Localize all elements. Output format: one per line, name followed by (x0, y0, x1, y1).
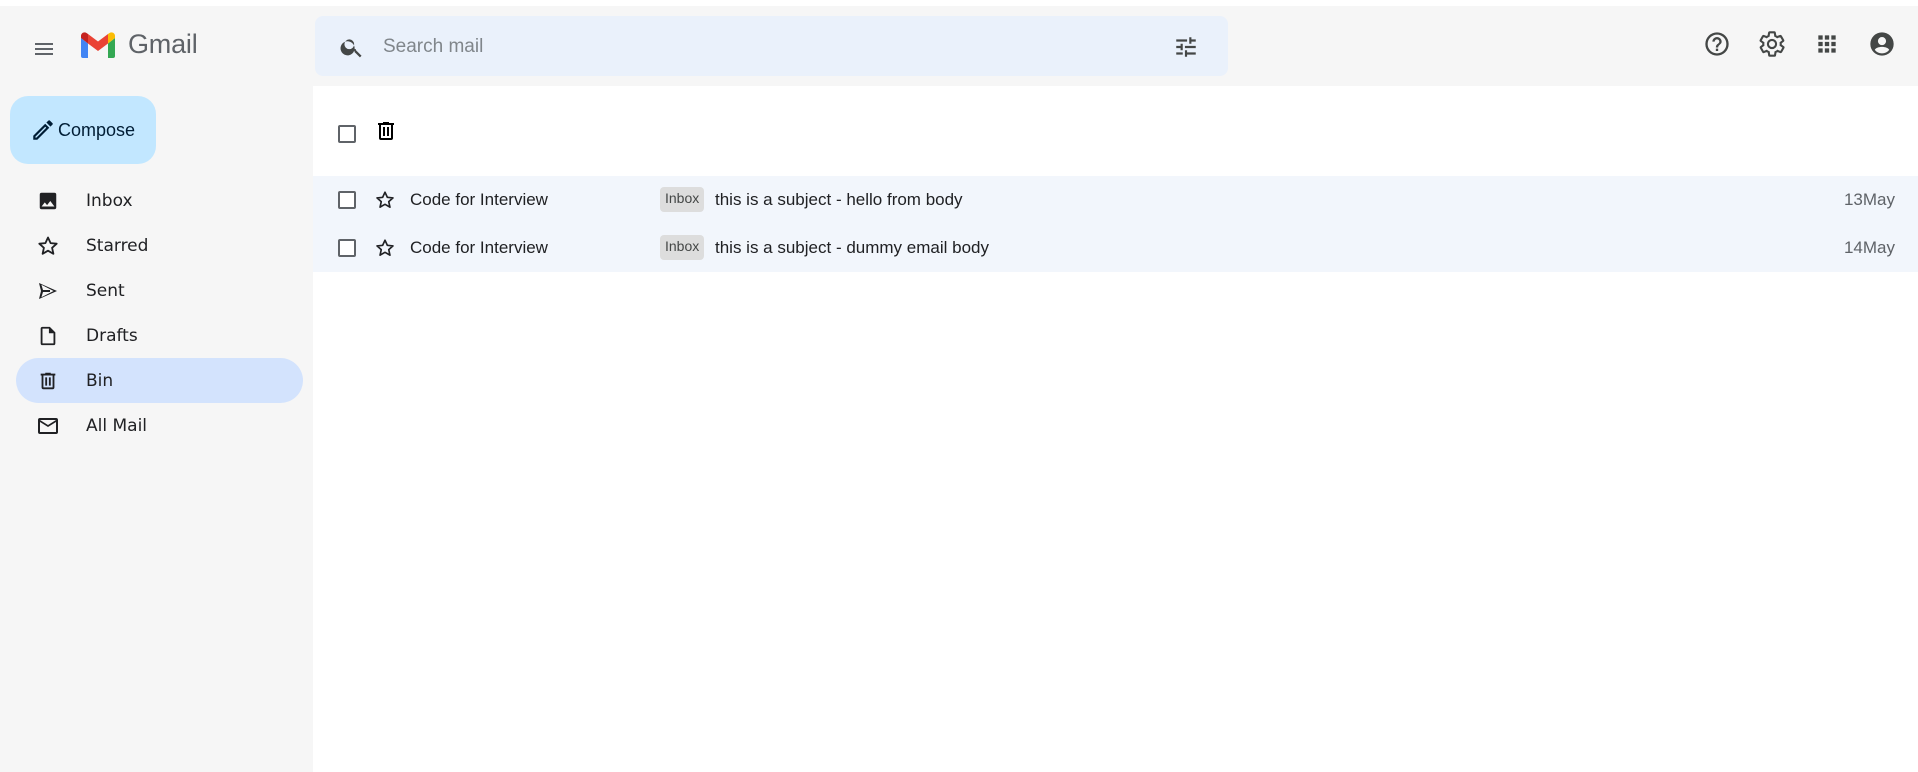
trash-icon (36, 369, 60, 393)
send-icon (36, 279, 60, 303)
settings-button[interactable] (1750, 22, 1794, 66)
sidebar-item-drafts[interactable]: Drafts (16, 313, 303, 358)
gmail-app: Gmail Search mail Compose Inbox Starred … (0, 6, 1918, 772)
label-badge: Inbox (660, 187, 705, 212)
sidebar-item-starred[interactable]: Starred (16, 223, 303, 268)
email-row[interactable]: Code for Interview Inbox this is a subje… (313, 176, 1918, 224)
email-sender: Code for Interview (410, 190, 548, 209)
label-badge: Inbox (660, 235, 705, 260)
list-toolbar (313, 86, 1918, 176)
search-icon[interactable] (339, 34, 365, 65)
sidebar-item-label: Sent (86, 280, 125, 301)
main-menu-button[interactable] (22, 27, 66, 71)
search-input[interactable] (381, 30, 1145, 64)
row-checkbox[interactable] (338, 239, 356, 257)
draft-file-icon (36, 324, 60, 348)
search-bar (315, 16, 1228, 76)
sidebar-item-label: All Mail (86, 415, 148, 436)
hamburger-menu-icon (35, 43, 53, 55)
sidebar-item-label: Inbox (86, 190, 133, 211)
email-sender: Code for Interview (410, 238, 548, 257)
email-date: 13May (1843, 190, 1895, 209)
apps-grid-icon (1818, 35, 1836, 53)
sidebar-item-bin[interactable]: Bin (16, 358, 303, 403)
sidebar-item-sent[interactable]: Sent (16, 268, 303, 313)
pencil-icon (30, 117, 56, 143)
sidebar-item-all-mail[interactable]: All Mail (16, 403, 303, 448)
sidebar-nav: Inbox Starred Sent Drafts Bin All Mail (16, 178, 303, 448)
star-outline-icon (36, 234, 60, 258)
gmail-logo[interactable]: Gmail (78, 29, 198, 60)
email-date: 14May (1843, 238, 1895, 257)
star-icon[interactable] (373, 236, 397, 260)
search-options-icon[interactable] (1173, 34, 1199, 65)
top-header: Gmail (0, 6, 1918, 86)
compose-button[interactable]: Compose (10, 96, 156, 164)
compose-label: Compose (58, 119, 136, 140)
star-icon[interactable] (373, 188, 397, 212)
gmail-m-icon (81, 31, 115, 58)
help-icon (1705, 32, 1729, 56)
sidebar-item-label: Drafts (86, 325, 138, 346)
mail-icon (36, 414, 60, 438)
row-checkbox[interactable] (338, 191, 356, 209)
email-list: Code for Interview Inbox this is a subje… (313, 176, 1918, 272)
email-subject: this is a subject - hello from body (715, 190, 963, 209)
trash-icon (378, 122, 394, 140)
delete-button[interactable] (374, 119, 398, 148)
sidebar-item-inbox[interactable]: Inbox (16, 178, 303, 223)
help-button[interactable] (1695, 22, 1739, 66)
email-subject: this is a subject - dummy email body (715, 238, 989, 257)
account-icon (1870, 32, 1894, 56)
select-all-checkbox[interactable] (338, 125, 356, 143)
apps-button[interactable] (1805, 22, 1849, 66)
account-button[interactable] (1860, 22, 1904, 66)
sidebar-item-label: Starred (86, 235, 149, 256)
settings-icon (1759, 31, 1785, 57)
mail-list-panel: Code for Interview Inbox this is a subje… (313, 86, 1918, 772)
gmail-wordmark: Gmail (128, 29, 198, 59)
inbox-image-icon (36, 189, 60, 213)
sidebar-item-label: Bin (86, 370, 114, 391)
email-row[interactable]: Code for Interview Inbox this is a subje… (313, 224, 1918, 272)
